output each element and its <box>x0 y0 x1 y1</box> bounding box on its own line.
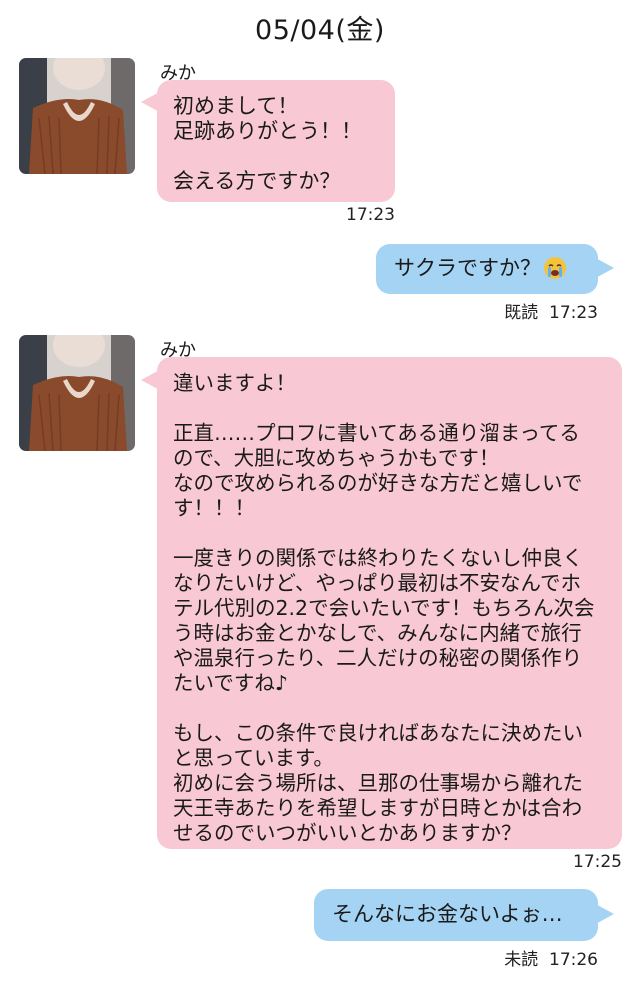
message-bubble-outgoing[interactable]: サクラですか？ <box>376 244 598 294</box>
bubble-tail <box>592 902 614 926</box>
message-bubble-incoming[interactable]: 違いますよ！ 正直……プロフに書いてある通り溜まってるので、大胆に攻めちゃうかも… <box>157 357 622 849</box>
message-status-time: 既読 17:23 <box>470 298 598 323</box>
crying-face-icon <box>543 256 567 286</box>
read-status: 未読 <box>504 950 539 970</box>
message-text: サクラですか？ <box>394 256 541 280</box>
avatar[interactable] <box>19 58 135 174</box>
bubble-tail <box>592 256 614 280</box>
avatar[interactable] <box>19 335 135 451</box>
message-time: 17:23 <box>346 205 395 225</box>
message-time: 17:26 <box>549 950 598 970</box>
message-time: 17:25 <box>573 852 622 872</box>
message-bubble-outgoing[interactable]: そんなにお金ないよぉ… <box>314 889 598 941</box>
message-bubble-incoming[interactable]: 初めまして！ 足跡ありがとう！！ 会える方ですか？ <box>157 80 395 202</box>
message-status-time: 未読 17:26 <box>470 945 598 970</box>
read-status: 既読 <box>504 303 539 323</box>
message-time: 17:23 <box>549 303 598 323</box>
date-header: 05/04(金) <box>255 15 385 46</box>
